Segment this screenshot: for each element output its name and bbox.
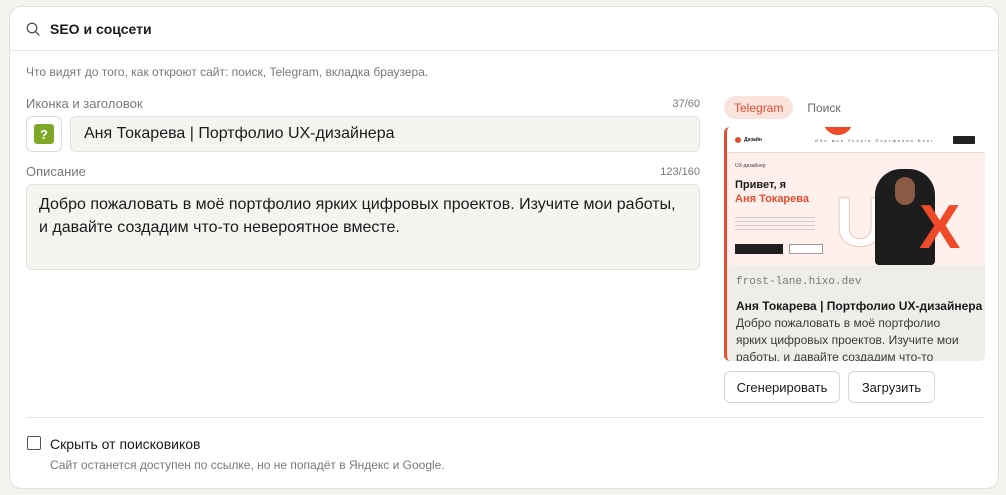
thumb-nav-button [953,136,975,144]
panel-hint: Что видят до того, как откроют сайт: пои… [26,65,429,79]
thumb-subtitle: UX-дизайнер [735,163,766,169]
tab-search[interactable]: Поиск [797,96,850,119]
thumb-heading: Привет, я [735,179,787,191]
generate-button[interactable]: Сгенерировать [724,371,840,403]
panel-title: SEO и соцсети [50,20,152,37]
thumb-letter-x: X [919,193,961,262]
favicon-picker[interactable]: ? [26,116,62,152]
thumb-nav-links: Обо мне Услуги Портфолио Блог [815,138,935,143]
description-label: Описание [26,164,86,179]
thumb-nav: Дизайн Обо мне Услуги Портфолио Блог [727,127,985,153]
thumb-primary-button [735,244,783,254]
thumb-secondary-button [789,244,823,254]
thumb-paragraph [735,217,815,231]
seo-panel: SEO и соцсети Что видят до того, как отк… [9,6,999,489]
thumb-logo-text: Дизайн [744,137,762,143]
hide-from-search-label[interactable]: Скрыть от поисковиков [50,436,200,452]
upload-button[interactable]: Загрузить [848,371,935,403]
preview-description: Добро пожаловать в моё портфолио ярких ц… [736,316,959,361]
thumb-portrait-face [895,177,915,205]
preview-domain: frost-lane.hixo.dev [736,276,862,288]
favicon-icon: ? [34,124,54,144]
preview-thumbnail: Дизайн Обо мне Услуги Портфолио Блог UX-… [727,127,985,265]
preview-title: Аня Токарева | Портфолио UX-дизайнера [736,299,983,313]
hide-from-search-checkbox[interactable] [27,436,41,450]
search-icon [26,22,40,36]
title-input[interactable]: Аня Токарева | Портфолио UX-дизайнера [70,116,700,152]
panel-header[interactable]: SEO и соцсети [10,7,998,51]
title-counter: 37/60 [672,98,700,110]
icon-title-label: Иконка и заголовок [26,96,143,111]
thumb-logo-icon [735,137,741,143]
preview-tabs: Telegram Поиск [724,96,851,119]
thumb-heading-name: Аня Токарева [735,193,810,205]
tab-telegram[interactable]: Telegram [724,96,794,119]
hide-from-search-hint: Сайт останется доступен по ссылке, но не… [50,458,445,472]
description-counter: 123/160 [660,166,700,178]
divider [26,417,984,418]
description-textarea[interactable]: Добро пожаловать в моё портфолио ярких ц… [26,184,700,270]
telegram-preview-card: Дизайн Обо мне Услуги Портфолио Блог UX-… [724,127,985,361]
